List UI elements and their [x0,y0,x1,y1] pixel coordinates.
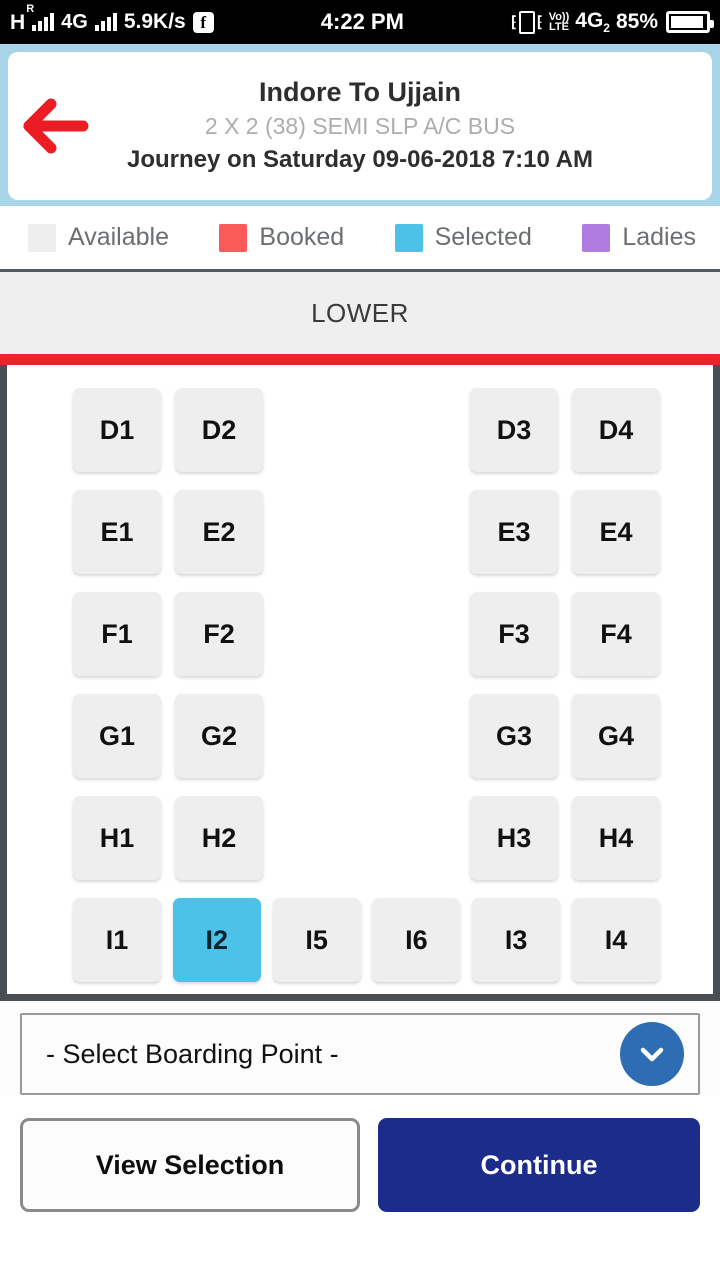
network-type-indicator: HR [10,3,34,34]
seat-pair-left: F1 F2 [73,592,263,676]
seat-pair-left: G1 G2 [73,694,263,778]
seat-D2[interactable]: D2 [175,388,263,472]
header-section: Indore To Ujjain 2 X 2 (38) SEMI SLP A/C… [0,44,720,206]
seat-D4[interactable]: D4 [572,388,660,472]
seat-F4[interactable]: F4 [572,592,660,676]
legend-item-available: Available [28,223,169,252]
journey-date-row: Journey on Saturday 09-06-2018 7:10 AM [8,143,712,177]
seat-pair-right: F3 F4 [470,592,660,676]
seat-F3[interactable]: F3 [470,592,558,676]
boarding-point-section: - Select Boarding Point - [0,1001,720,1095]
seat-F2[interactable]: F2 [175,592,263,676]
continue-button[interactable]: Continue [378,1118,700,1212]
seat-pair-left: E1 E2 [73,490,263,574]
seat-H4[interactable]: H4 [572,796,660,880]
journey-label: Journey on [127,146,257,174]
route-title: Indore To Ujjain [259,76,461,107]
boarding-point-dropdown-button[interactable] [620,1022,684,1086]
seat-pair-right: H3 H4 [470,796,660,880]
seat-row: H1 H2 H3 H4 [7,787,713,889]
status-bar-clock: 4:22 PM [320,9,404,34]
seat-H2[interactable]: H2 [175,796,263,880]
seat-G2[interactable]: G2 [175,694,263,778]
seat-I4[interactable]: I4 [571,898,660,982]
legend-label-booked: Booked [259,223,345,251]
seat-legend: Available Booked Selected Ladies [0,206,720,272]
seat-pair-left: D1 D2 [73,388,263,472]
signal-bars-sim2-icon [94,13,117,31]
status-bar-left: HR 4G 5.9K/s f [10,3,214,34]
seat-row: G1 G2 G3 G4 [7,685,713,787]
seat-G3[interactable]: G3 [470,694,558,778]
seat-row: F1 F2 F3 F4 [7,583,713,685]
battery-icon [666,11,714,33]
chevron-down-icon [640,1047,664,1062]
sim2-network-label: 4G2 [575,8,610,36]
status-bar-right: ⁅ ⁅ Vo)) LTE 4G2 85% [511,8,714,36]
legend-item-ladies: Ladies [582,223,696,252]
seat-H3[interactable]: H3 [470,796,558,880]
arrow-left-icon [23,98,89,154]
view-selection-button[interactable]: View Selection [20,1118,360,1212]
seat-pair-right: E3 E4 [470,490,660,574]
status-bar: HR 4G 5.9K/s f 4:22 PM ⁅ ⁅ Vo)) LTE 4G2 85… [0,0,720,44]
seat-row: D1 D2 D3 D4 [7,379,713,481]
legend-item-booked: Booked [219,223,344,252]
legend-label-selected: Selected [434,223,532,251]
seat-pair-left: H1 H2 [73,796,263,880]
journey-datetime: Saturday 09-06-2018 7:10 AM [263,146,593,174]
bus-type-label: 2 X 2 (38) SEMI SLP A/C BUS [204,113,516,140]
seat-G1[interactable]: G1 [73,694,161,778]
back-button[interactable] [8,98,104,154]
network-type-2-label: 4G [61,10,88,33]
boarding-point-select[interactable]: - Select Boarding Point - [20,1013,700,1095]
journey-header-card: Indore To Ujjain 2 X 2 (38) SEMI SLP A/C… [8,52,712,200]
seat-D1[interactable]: D1 [73,388,161,472]
legend-item-selected: Selected [394,223,532,252]
seat-pair-right: D3 D4 [470,388,660,472]
footer-actions: View Selection Continue [0,1095,720,1212]
seat-pair-right: G3 G4 [470,694,660,778]
battery-percent-label: 85% [615,10,658,33]
legend-swatch-booked [219,223,248,252]
seat-I2[interactable]: I2 [172,898,261,982]
legend-swatch-selected [394,223,423,252]
boarding-point-value: - Select Boarding Point - [46,1038,339,1069]
network-type-label: H [10,10,26,34]
deck-divider [0,354,720,365]
seat-E2[interactable]: E2 [175,490,263,574]
seat-E4[interactable]: E4 [572,490,660,574]
legend-swatch-ladies [582,223,611,252]
seat-I1[interactable]: I1 [73,898,161,982]
seat-map: D1 D2 D3 D4 E1 E2 E3 E4 F1 F2 F3 F4 G1 G… [0,365,720,1001]
seat-G4[interactable]: G4 [572,694,660,778]
deck-title: LOWER [0,272,720,354]
seat-I6[interactable]: I6 [372,898,461,982]
seat-I3[interactable]: I3 [472,898,561,982]
seat-I5[interactable]: I5 [272,898,361,982]
seat-D3[interactable]: D3 [470,388,558,472]
legend-swatch-available [28,223,56,252]
seat-E3[interactable]: E3 [470,490,558,574]
seat-row-back: I1 I2 I5 I6 I3 I4 [7,889,713,991]
signal-bars-sim1-icon [32,13,55,31]
roaming-indicator: R [26,2,35,15]
seat-F1[interactable]: F1 [73,592,161,676]
vibrate-icon: ⁅ ⁅ [511,10,543,34]
seat-E1[interactable]: E1 [73,490,161,574]
data-speed-label: 5.9K/s [123,10,186,33]
journey-header-text: Indore To Ujjain 2 X 2 (38) SEMI SLP A/C… [8,75,712,177]
facebook-icon: f [192,11,214,33]
volte-icon: Vo)) LTE [548,10,570,33]
seat-H1[interactable]: H1 [73,796,161,880]
legend-label-available: Available [68,223,170,251]
seat-row: E1 E2 E3 E4 [7,481,713,583]
legend-label-ladies: Ladies [622,223,696,251]
